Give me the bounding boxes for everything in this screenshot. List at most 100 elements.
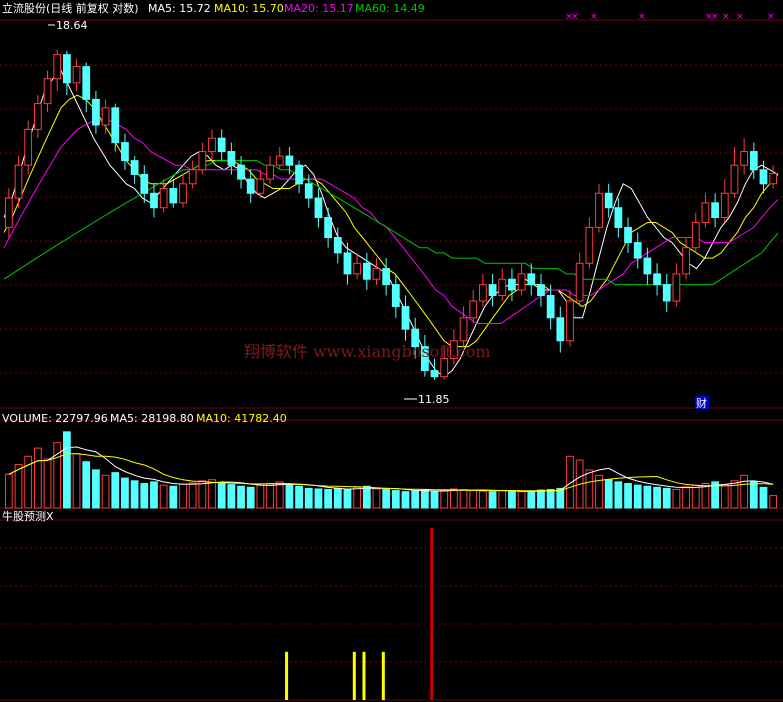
- candle-body: [101, 107, 110, 126]
- volume-bar: [682, 486, 690, 509]
- volume-bar: [188, 482, 197, 509]
- candle-body: [508, 278, 516, 291]
- candle-body: [169, 188, 178, 204]
- candle-body: [179, 183, 187, 204]
- volume-bar: [769, 495, 778, 509]
- volume-bar: [720, 484, 729, 509]
- cai-badge[interactable]: 财: [696, 396, 707, 410]
- candle-body: [662, 284, 671, 302]
- volume-bar: [256, 484, 265, 509]
- candle-body: [121, 142, 129, 162]
- candle-body: [653, 273, 661, 286]
- candle-body: [159, 188, 168, 209]
- volume-bar: [33, 447, 42, 509]
- candle-body: [440, 358, 449, 378]
- volume-bar: [749, 481, 758, 509]
- candle-body: [517, 273, 526, 291]
- volume-bar: [653, 486, 661, 509]
- volume-bar: [740, 474, 749, 509]
- volume-bar: [343, 489, 352, 509]
- volume-bar: [101, 474, 110, 509]
- volume-bar: [430, 491, 439, 509]
- x-mark: ×: [571, 12, 579, 22]
- ma20-label: MA20: 15.17: [284, 2, 354, 15]
- volume-bar: [140, 483, 149, 509]
- x-mark: ×: [767, 12, 775, 22]
- candle-body: [488, 284, 497, 297]
- ma10-label: MA10: 15.70: [214, 2, 284, 15]
- volume-bar: [159, 484, 168, 509]
- volume-bar: [759, 486, 768, 509]
- candle-body: [33, 103, 42, 130]
- candle-body: [585, 226, 594, 264]
- candle-body: [643, 257, 652, 275]
- volume-bar: [111, 472, 120, 509]
- volume-bar: [391, 490, 400, 509]
- candle-body: [295, 164, 303, 185]
- volume-bar: [227, 484, 236, 509]
- candle-body: [401, 306, 410, 330]
- candlestick-series: [4, 49, 778, 380]
- volume-ma5-label: MA5: 28198.80: [110, 412, 194, 425]
- volume-bar: [604, 479, 613, 509]
- volume-bar: [353, 486, 362, 509]
- candle-body: [266, 164, 274, 180]
- candle-body: [691, 221, 700, 249]
- volume-bar: [314, 488, 323, 509]
- candle-body: [140, 173, 149, 194]
- volume-bar: [411, 490, 420, 509]
- indicator-title: 牛股预测X: [2, 509, 54, 523]
- volume-bar: [527, 491, 536, 509]
- candle-body: [72, 66, 81, 84]
- candle-body: [314, 197, 323, 219]
- candle-body: [362, 262, 371, 280]
- x-mark: ×: [722, 12, 730, 22]
- candle-body: [353, 262, 362, 275]
- volume-bar: [333, 487, 342, 509]
- candle-body: [82, 66, 91, 100]
- volume-bar: [508, 490, 516, 509]
- main-title: 立流股份(日线 前复权 对数): [2, 1, 139, 15]
- volume-bar: [633, 484, 642, 509]
- candle-body: [537, 284, 545, 297]
- candle-body: [256, 178, 265, 194]
- candle-body: [769, 173, 778, 185]
- candle-body: [188, 169, 197, 185]
- volume-bar: [585, 469, 594, 509]
- ma60-label: MA60: 14.49: [355, 2, 425, 15]
- signal-bars: [285, 528, 434, 700]
- ma-line-ma60: [3, 160, 779, 286]
- candle-body: [237, 164, 245, 180]
- volume-bar: [72, 453, 81, 509]
- candle-body: [391, 284, 400, 308]
- volume-bar: [517, 491, 526, 509]
- volume-bar: [382, 488, 391, 509]
- candle-body: [575, 262, 584, 302]
- volume-bar: [450, 488, 458, 509]
- candle-body: [459, 317, 468, 342]
- volume-bar: [537, 489, 545, 509]
- candle-body: [749, 151, 758, 171]
- candle-body: [208, 137, 216, 153]
- candle-body: [111, 107, 120, 144]
- candle-body: [566, 300, 574, 342]
- volume-bar: [246, 486, 255, 509]
- volume-bar: [420, 489, 429, 509]
- candle-body: [730, 164, 739, 194]
- candle-body: [527, 273, 536, 286]
- volume-label: VOLUME: 22797.96: [2, 412, 108, 425]
- x-mark: ×: [590, 12, 598, 22]
- candle-body: [217, 137, 226, 153]
- volume-bar: [469, 489, 478, 509]
- candle-body: [430, 370, 439, 378]
- volume-bar: [43, 458, 52, 509]
- candle-body: [604, 192, 613, 209]
- watermark: 翔博软件 www.xiangbosoft.com: [244, 342, 491, 361]
- candle-body: [711, 202, 719, 219]
- chart-canvas[interactable]: 立流股份(日线 前复权 对数) MA5: 15.72 MA10: 15.70 M…: [0, 0, 783, 702]
- volume-bar: [624, 483, 632, 509]
- volume-bar: [82, 461, 91, 509]
- volume-bar: [4, 473, 13, 509]
- candle-body: [498, 278, 507, 297]
- candle-body: [343, 252, 352, 275]
